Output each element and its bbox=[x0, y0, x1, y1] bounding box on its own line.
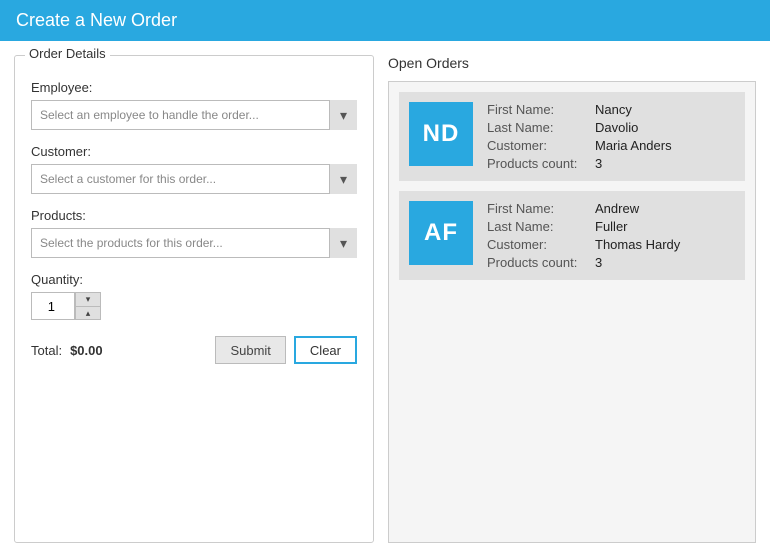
customer-select[interactable]: Select a customer for this order... bbox=[31, 164, 357, 194]
products-field-group: Products: Select the products for this o… bbox=[31, 208, 357, 258]
info-key: Customer: bbox=[487, 138, 587, 153]
quantity-input[interactable] bbox=[31, 292, 75, 320]
quantity-buttons: ▾ ▴ bbox=[75, 292, 101, 320]
order-info-row: Customer: Thomas Hardy bbox=[487, 237, 680, 252]
info-key: First Name: bbox=[487, 102, 587, 117]
products-select-wrapper: Select the products for this order... bbox=[31, 228, 357, 258]
clear-button[interactable]: Clear bbox=[294, 336, 357, 364]
order-info-row: First Name: Andrew bbox=[487, 201, 680, 216]
products-select[interactable]: Select the products for this order... bbox=[31, 228, 357, 258]
order-info-row: Products count: 3 bbox=[487, 255, 680, 270]
order-avatar: ND bbox=[409, 102, 473, 166]
orders-list: ND First Name: Nancy Last Name: Davolio Custo… bbox=[388, 81, 756, 543]
employee-select-wrapper: Select an employee to handle the order..… bbox=[31, 100, 357, 130]
customer-label: Customer: bbox=[31, 144, 357, 159]
info-val: Andrew bbox=[595, 201, 639, 216]
info-key: Last Name: bbox=[487, 120, 587, 135]
info-key: First Name: bbox=[487, 201, 587, 216]
panel-legend: Order Details bbox=[25, 46, 110, 61]
title-bar: Create a New Order bbox=[0, 0, 770, 41]
order-info-row: Customer: Maria Anders bbox=[487, 138, 672, 153]
info-val: Thomas Hardy bbox=[595, 237, 680, 252]
employee-label: Employee: bbox=[31, 80, 357, 95]
employee-field-group: Employee: Select an employee to handle t… bbox=[31, 80, 357, 130]
info-key: Products count: bbox=[487, 255, 587, 270]
order-card[interactable]: ND First Name: Nancy Last Name: Davolio Custo… bbox=[399, 92, 745, 181]
info-val: 3 bbox=[595, 255, 602, 270]
order-info-row: Last Name: Davolio bbox=[487, 120, 672, 135]
order-card[interactable]: AF First Name: Andrew Last Name: Fuller Custo… bbox=[399, 191, 745, 280]
quantity-up-button[interactable]: ▴ bbox=[75, 306, 101, 320]
info-val: Davolio bbox=[595, 120, 638, 135]
total-value: $0.00 bbox=[70, 343, 103, 358]
customer-select-wrapper: Select a customer for this order... bbox=[31, 164, 357, 194]
window-title: Create a New Order bbox=[16, 10, 177, 30]
total-label: Total: bbox=[31, 343, 62, 358]
content-area: Order Details Employee: Select an employ… bbox=[0, 41, 770, 557]
main-window: Create a New Order Order Details Employe… bbox=[0, 0, 770, 557]
info-key: Last Name: bbox=[487, 219, 587, 234]
employee-select[interactable]: Select an employee to handle the order..… bbox=[31, 100, 357, 130]
order-info-row: Last Name: Fuller bbox=[487, 219, 680, 234]
info-val: Maria Anders bbox=[595, 138, 672, 153]
order-info: First Name: Nancy Last Name: Davolio Custome… bbox=[487, 102, 672, 171]
submit-button[interactable]: Submit bbox=[215, 336, 285, 364]
open-orders-title: Open Orders bbox=[388, 55, 756, 71]
info-val: Nancy bbox=[595, 102, 632, 117]
customer-field-group: Customer: Select a customer for this ord… bbox=[31, 144, 357, 194]
quantity-down-button[interactable]: ▾ bbox=[75, 292, 101, 306]
quantity-label: Quantity: bbox=[31, 272, 357, 287]
info-val: Fuller bbox=[595, 219, 628, 234]
info-val: 3 bbox=[595, 156, 602, 171]
info-key: Customer: bbox=[487, 237, 587, 252]
order-details-panel: Order Details Employee: Select an employ… bbox=[14, 55, 374, 543]
order-info-row: First Name: Nancy bbox=[487, 102, 672, 117]
info-key: Products count: bbox=[487, 156, 587, 171]
quantity-wrapper: ▾ ▴ bbox=[31, 292, 111, 320]
products-label: Products: bbox=[31, 208, 357, 223]
order-avatar: AF bbox=[409, 201, 473, 265]
form-footer: Total: $0.00 Submit Clear bbox=[31, 336, 357, 364]
quantity-field-group: Quantity: ▾ ▴ bbox=[31, 272, 357, 320]
order-info-row: Products count: 3 bbox=[487, 156, 672, 171]
open-orders-panel: Open Orders ND First Name: Nancy Last Name:… bbox=[388, 55, 756, 543]
order-info: First Name: Andrew Last Name: Fuller Custome… bbox=[487, 201, 680, 270]
